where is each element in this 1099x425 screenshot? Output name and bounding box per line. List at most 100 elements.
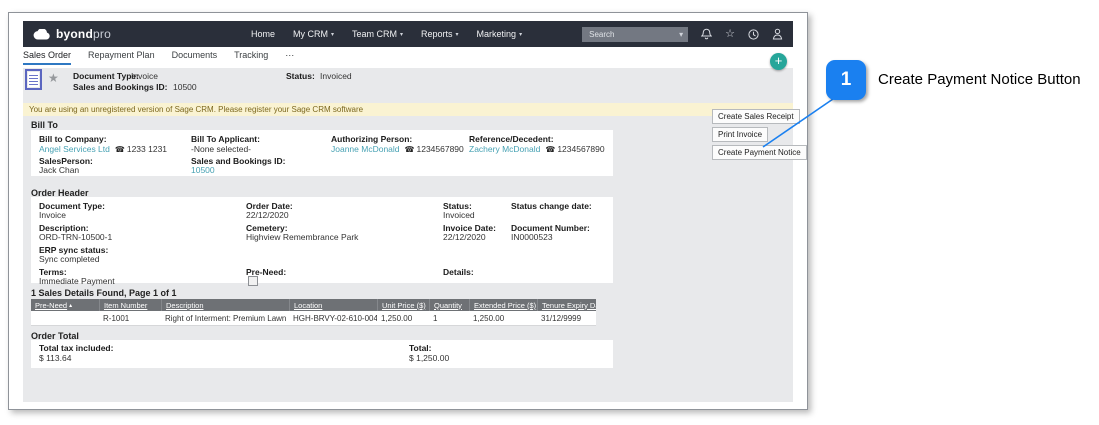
favorites-star-icon[interactable]: ☆ [725,28,735,40]
tab-tracking[interactable]: Tracking [234,50,268,65]
cell-quantity: 1 [433,313,438,323]
chevron-down-icon: ▾ [519,31,523,38]
header-location[interactable]: Location [289,299,377,311]
page-content: ★ Document Type: Invoice Sales and Booki… [23,68,793,402]
authorizing-person-link[interactable]: Joanne McDonald [331,144,400,154]
create-payment-notice-button[interactable]: Create Payment Notice [712,145,807,160]
bill-to-company-value: Angel Services Ltd ☎ 1233 1231 [39,144,167,154]
phone-icon: ☎ [545,145,556,154]
cell-location: HGH-BRVY-02-610-004 [293,313,377,323]
pre-need-checkbox[interactable] [248,276,258,286]
menu-item-my-crm[interactable]: My CRM ▾ [293,29,334,39]
oh-order-date-value: 22/12/2020 [246,210,289,220]
brand-logo[interactable]: byondpro [33,27,111,41]
summary-status-label: Status: [286,71,315,81]
summary-document-type-label: Document Type: [73,71,139,81]
applicant-value: -None selected- [191,144,252,154]
main-menu: Home My CRM ▾ Team CRM ▾ Reports ▾ Marketin… [251,29,522,39]
unregistered-warning-banner: You are using an unregistered version of… [23,103,793,116]
favorite-star-icon[interactable]: ★ [48,71,59,85]
add-new-button[interactable]: + [770,53,787,70]
bill-to-card: Bill to Company: Angel Services Ltd ☎ 1233… [31,130,613,176]
cell-item-number-link[interactable]: R-1001 [99,314,161,323]
order-total-card: Total tax included: $ 113.64 Total: $ 1,… [31,340,613,368]
header-extended-price[interactable]: Extended Price ($) [469,299,537,311]
oh-status-value: Invoiced [443,210,475,220]
summary-status-value: Invoiced [320,71,352,81]
chevron-down-icon: ▾ [455,31,459,38]
invoice-document-icon [25,69,42,90]
cloud-logo-icon [33,28,51,40]
notifications-bell-icon[interactable] [701,28,713,40]
total-tax-value: $ 113.64 [39,353,72,363]
search-input[interactable] [587,28,680,40]
header-tenure-expiry[interactable]: Tenure Expiry Date [537,299,596,311]
reference-decedent-value: Zachery McDonald ☎ 1234567890 [469,144,605,154]
plus-icon: + [774,53,783,68]
app-window: byondpro Home My CRM ▾ Team CRM ▾ Reports ▾… [8,12,808,410]
header-description[interactable]: Description [161,299,289,311]
recent-clock-icon[interactable] [748,28,759,40]
search-box[interactable]: ▾ [582,26,689,42]
header-pre-need[interactable]: Pre-Need ▴ [31,299,99,311]
bill-to-company-label: Bill to Company: [39,134,107,144]
oh-invoice-date-value: 22/12/2020 [443,232,486,242]
oh-document-number-value: IN0000523 [511,232,553,242]
header-item-number[interactable]: Item Number [99,299,161,311]
menu-item-home[interactable]: Home [251,29,275,39]
reference-decedent-label: Reference/Decedent: [469,134,554,144]
reference-decedent-link[interactable]: Zachery McDonald [469,144,540,154]
user-profile-icon[interactable] [772,28,783,40]
oh-terms-value: Immediate Payment [39,276,115,286]
authorizing-person-value: Joanne McDonald ☎ 1234567890 [331,144,464,154]
summary-document-type-value: Invoice [131,71,158,81]
create-sales-receipt-button[interactable]: Create Sales Receipt [712,109,800,124]
total-value: $ 1,250.00 [409,353,450,363]
chevron-down-icon: ▾ [330,31,334,38]
header-unit-price[interactable]: Unit Price ($) [377,299,429,311]
sales-details-table: Pre-Need ▴ Item Number Description Locati… [31,299,596,326]
menu-item-team-crm[interactable]: Team CRM ▾ [352,29,403,39]
summary-sbid-label: Sales and Bookings ID: [73,82,168,92]
oh-erp-sync-value: Sync completed [39,254,100,264]
tab-sales-order[interactable]: Sales Order [23,50,72,65]
menu-item-reports[interactable]: Reports ▾ [421,29,459,39]
authorizing-person-label: Authorizing Person: [331,134,413,144]
table-header-row: Pre-Need ▴ Item Number Description Locati… [31,299,596,311]
total-tax-label: Total tax included: [39,343,114,353]
company-phone: 1233 1231 [126,144,168,154]
cell-extended-price: 1,250.00 [473,313,505,323]
company-link[interactable]: Angel Services Ltd [39,144,110,154]
salesperson-value: Jack Chan [39,165,80,175]
brand-name: byondpro [56,27,111,41]
sort-ascending-icon: ▴ [69,302,73,309]
oh-status-change-label: Status change date: [511,201,592,211]
oh-description-value: ORD-TRN-10500-1 [39,232,113,242]
phone-icon: ☎ [404,145,415,154]
menu-item-marketing[interactable]: Marketing ▾ [477,29,523,39]
cell-tenure-expiry: 31/12/9999 [541,313,582,323]
cell-description: Right of Interment: Premium Lawn Grave [165,313,289,323]
tabs-overflow-icon[interactable]: ⋯ [285,50,295,64]
callout-label: Create Payment Notice Button [878,71,1081,88]
oh-document-type-value: Invoice [39,210,66,220]
order-header-card: Document Type: Invoice Order Date: 22/12… [31,197,613,286]
total-label: Total: [409,343,432,353]
bill-to-section-title: Bill To [31,120,58,130]
applicant-label: Bill To Applicant: [191,134,260,144]
cell-unit-price: 1,250.00 [381,313,413,323]
window-inner: byondpro Home My CRM ▾ Team CRM ▾ Reports ▾… [23,21,793,402]
oh-cemetery-value: Highview Remembrance Park [246,232,359,242]
callout-number-badge: 1 [826,60,866,100]
header-quantity[interactable]: Quantity [429,299,469,311]
tab-repayment-plan[interactable]: Repayment Plan [88,50,155,65]
tab-documents[interactable]: Documents [172,50,218,65]
reference-phone: 1234567890 [557,144,605,154]
chevron-down-icon: ▾ [400,31,404,38]
sbid-link[interactable]: 10500 [191,165,215,175]
phone-icon: ☎ [114,145,125,154]
top-navbar: byondpro Home My CRM ▾ Team CRM ▾ Reports ▾… [23,21,793,47]
sales-details-found-text: 1 Sales Details Found, Page 1 of 1 [31,288,177,298]
chevron-down-icon[interactable]: ▾ [679,30,683,39]
print-invoice-button[interactable]: Print Invoice [712,127,769,142]
